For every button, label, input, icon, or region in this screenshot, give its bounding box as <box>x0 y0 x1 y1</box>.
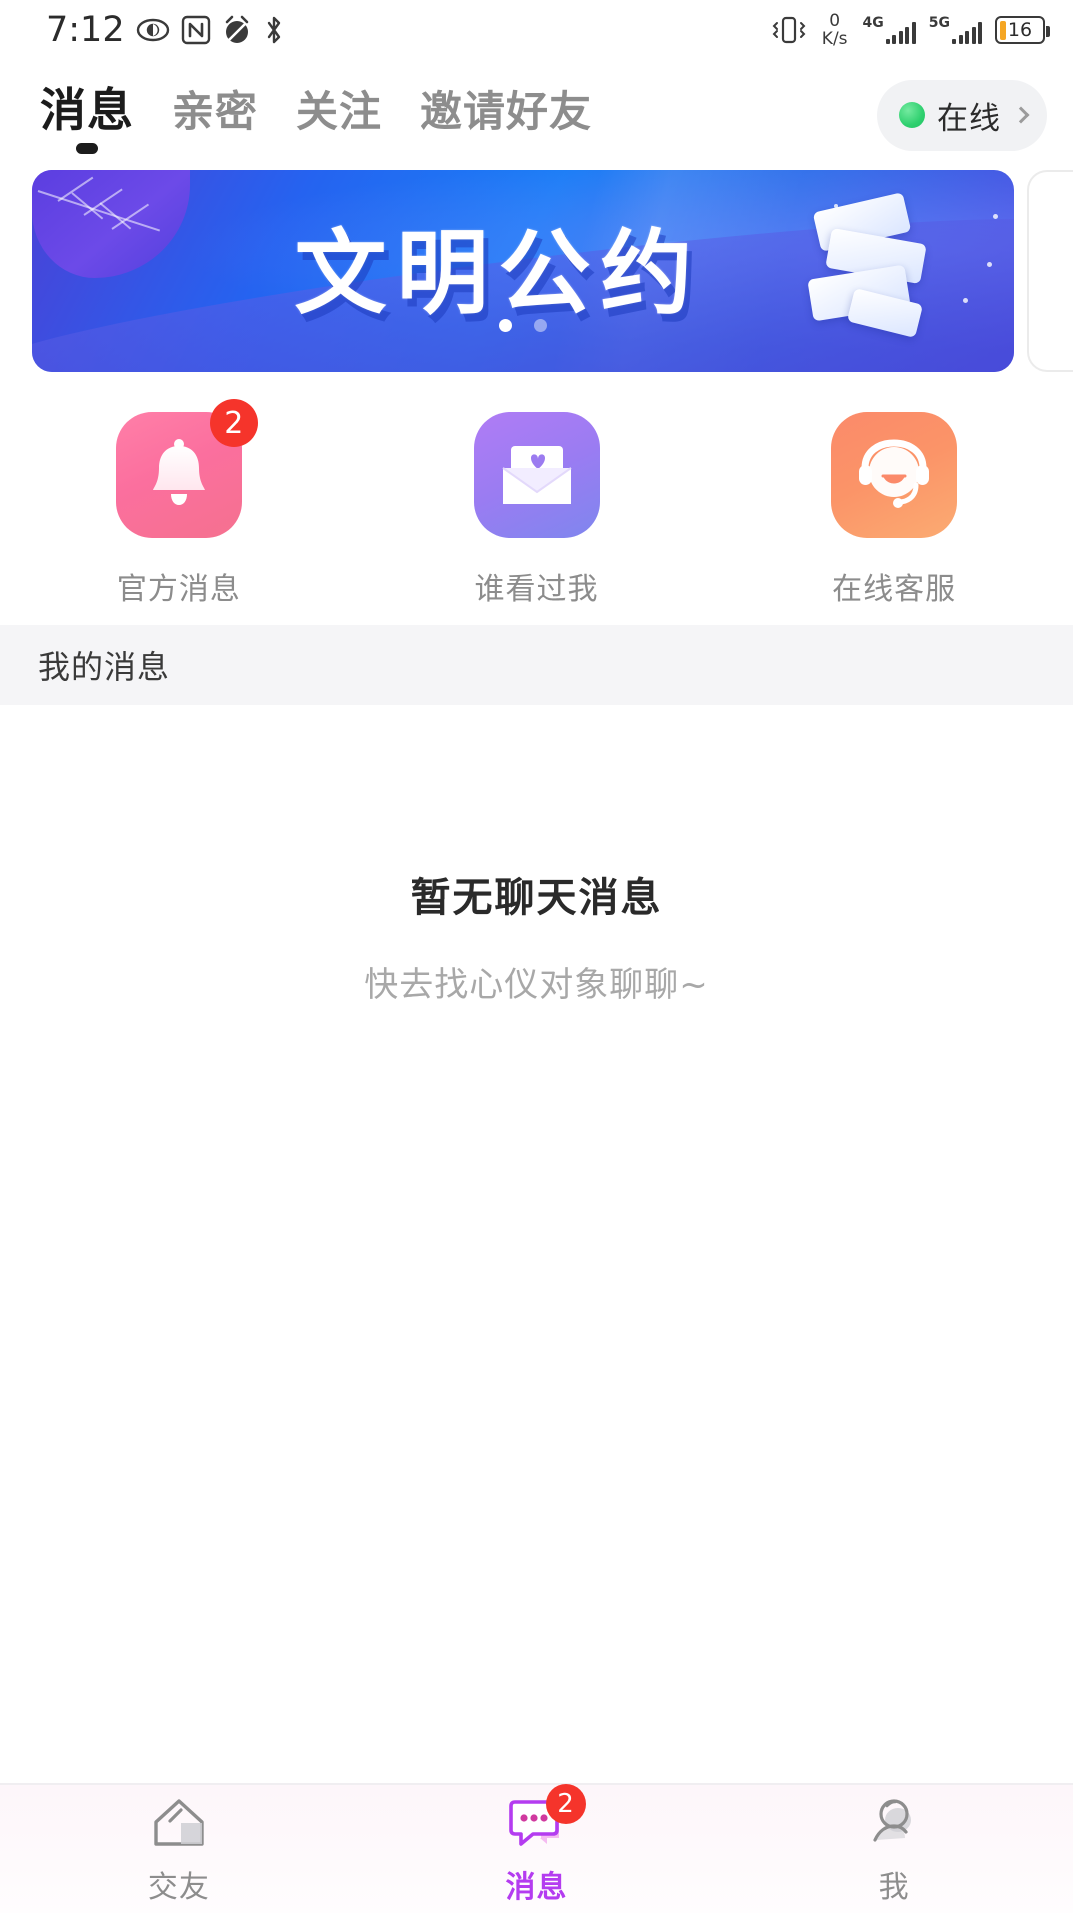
bluetooth-icon <box>267 16 280 44</box>
my-messages-section-header: 我的消息 <box>0 625 1073 705</box>
bell-icon <box>152 439 205 505</box>
status-bar: 7:12 0 K/s 4G 5G 16 <box>0 0 1073 60</box>
online-status-label: 在线 <box>937 100 1001 137</box>
online-status-dot-icon <box>899 102 925 128</box>
nav-item-messages[interactable]: 2 消息 <box>358 1784 716 1906</box>
person-icon <box>863 1792 925 1854</box>
shortcut-who-viewed-me[interactable]: 谁看过我 <box>358 412 716 608</box>
signal-sim2: 5G <box>929 16 982 44</box>
vibrate-icon <box>772 16 806 44</box>
official-messages-badge: 2 <box>209 399 258 447</box>
tab-active-indicator <box>76 143 98 154</box>
app-screen: 7:12 0 K/s 4G 5G 16 消息 亲密 关注 邀请好友 在线 文明公… <box>0 0 1073 1913</box>
nav-item-friends[interactable]: 交友 <box>0 1792 358 1906</box>
shortcut-official-messages-tile[interactable]: 2 <box>115 399 258 538</box>
empty-state: 暂无聊天消息 快去找心仪对象聊聊~ <box>0 865 1073 1006</box>
alarm-mute-icon <box>225 15 248 43</box>
banner-dot-1[interactable] <box>499 319 512 332</box>
nav-item-profile-label: 我 <box>878 1870 910 1905</box>
signal-bars-icon <box>952 22 982 44</box>
empty-state-title: 暂无聊天消息 <box>410 875 663 921</box>
chat-bubble-icon: 2 <box>506 1784 586 1854</box>
signal-sim1: 4G <box>863 16 916 44</box>
message-list-container: 暂无聊天消息 快去找心仪对象聊聊~ <box>0 705 1073 1783</box>
shortcut-official-messages[interactable]: 2 官方消息 <box>0 399 358 608</box>
banner-dot-2[interactable] <box>534 319 547 332</box>
nav-item-friends-label: 交友 <box>147 1870 210 1905</box>
bottom-navigation-bar: 交友 2 消息 我 <box>0 1783 1073 1913</box>
banner-next-slide-peek[interactable] <box>1027 170 1073 372</box>
status-bar-right: 0 K/s 4G 5G 16 <box>769 10 1050 49</box>
envelope-heart-icon <box>501 446 572 504</box>
top-navigation-bar: 消息 亲密 关注 邀请好友 在线 <box>0 60 1073 170</box>
tab-following-label: 关注 <box>296 87 383 136</box>
tab-messages[interactable]: 消息 <box>40 74 134 156</box>
network-speed-unit: K/s <box>821 28 848 49</box>
shortcut-online-support-label: 在线客服 <box>832 572 957 607</box>
battery-icon: 16 <box>995 16 1050 44</box>
tab-list: 消息 亲密 关注 邀请好友 <box>40 74 877 156</box>
tab-messages-label: 消息 <box>40 83 134 137</box>
tab-intimate-label: 亲密 <box>172 87 259 136</box>
banner-slide-civility-pact[interactable]: 文明公约 <box>32 170 1014 372</box>
signal-bars-icon <box>885 22 916 44</box>
home-icon <box>148 1792 210 1854</box>
nav-item-profile[interactable]: 我 <box>715 1792 1073 1906</box>
nfc-icon <box>181 15 210 45</box>
banner-title: 文明公约 <box>294 220 703 328</box>
banner-carousel[interactable]: 文明公约 <box>0 170 1073 400</box>
sim2-network-label: 5G <box>928 15 950 31</box>
tab-following[interactable]: 关注 <box>296 78 382 155</box>
eye-icon <box>136 18 169 42</box>
tab-invite-friends[interactable]: 邀请好友 <box>420 78 592 155</box>
status-time: 7:12 <box>46 10 125 50</box>
shortcut-who-viewed-me-label: 谁看过我 <box>474 572 599 607</box>
headset-smile-icon <box>859 439 930 508</box>
my-messages-title: 我的消息 <box>38 648 171 686</box>
shortcut-official-messages-label: 官方消息 <box>116 572 241 607</box>
network-speed-value: 0 <box>829 10 841 31</box>
online-status-button[interactable]: 在线 <box>877 79 1047 151</box>
banner-pagination-dots[interactable] <box>32 319 1014 332</box>
battery-percent: 16 <box>1007 19 1033 41</box>
shortcut-row: 2 官方消息 谁看过我 在线客服 <box>0 399 1073 625</box>
empty-state-subtitle: 快去找心仪对象聊聊~ <box>364 965 709 1005</box>
shortcut-online-support-tile[interactable] <box>831 412 958 538</box>
nav-item-messages-label: 消息 <box>505 1870 568 1905</box>
chevron-right-icon <box>1012 106 1030 124</box>
shortcut-online-support[interactable]: 在线客服 <box>715 412 1073 608</box>
status-bar-left: 7:12 <box>46 10 285 50</box>
tab-intimate[interactable]: 亲密 <box>172 78 258 155</box>
sim1-network-label: 4G <box>862 15 884 31</box>
tab-invite-friends-label: 邀请好友 <box>420 87 593 136</box>
shortcut-who-viewed-me-tile[interactable] <box>473 412 600 538</box>
network-speed-indicator: 0 K/s <box>821 10 848 49</box>
messages-nav-badge: 2 <box>545 1784 586 1824</box>
